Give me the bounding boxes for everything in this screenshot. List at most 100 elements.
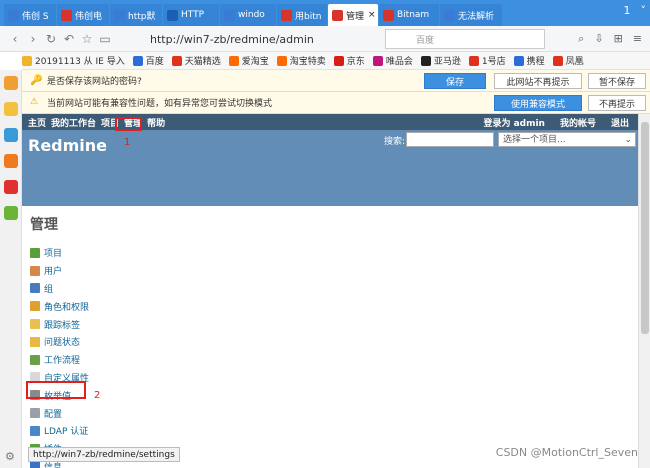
tab-count[interactable]: 1 — [624, 4, 631, 17]
admin-item-label: 角色和权限 — [44, 302, 90, 313]
undo-icon[interactable]: ↶ — [60, 32, 78, 46]
site-title[interactable]: Redmine — [28, 136, 107, 155]
favorite-link[interactable]: 携程 — [513, 54, 545, 67]
tab-favicon-icon — [167, 9, 178, 21]
favorite-icon — [132, 55, 143, 66]
admin-item-icon — [30, 408, 40, 419]
forward-icon[interactable]: › — [24, 32, 42, 46]
admin-item-label: 工作流程 — [44, 356, 81, 367]
tab-label: 无法解析 — [458, 11, 495, 22]
game-icon[interactable] — [4, 206, 18, 220]
window-controls: 1 ˅ — [624, 4, 647, 17]
admin-menu-item[interactable]: 自定义属性 — [30, 369, 630, 387]
admin-menu-item[interactable]: 配置 — [30, 404, 630, 422]
save-password-button[interactable]: 保存 — [424, 73, 486, 89]
not-now-button[interactable]: 暂不保存 — [588, 73, 646, 89]
rss-icon[interactable] — [4, 154, 18, 168]
gear-icon[interactable]: ⚙ — [5, 450, 15, 463]
favorites-icon[interactable] — [4, 76, 18, 90]
favorite-link[interactable]: 凤凰 — [552, 54, 584, 67]
compat-message: 当前网站可能有兼容性问题，如有异常您可尝试切换模式 — [47, 99, 273, 109]
tab-label: 伟创 S — [22, 11, 49, 22]
tab-label: windo — [238, 10, 265, 20]
browser-tab[interactable]: HTTP — [163, 4, 219, 26]
admin-menu-item[interactable]: 问题状态 — [30, 333, 630, 351]
browser-tab[interactable]: 伟创电 — [57, 4, 109, 26]
browser-tab[interactable]: 伟创 S — [4, 4, 56, 26]
browser-tab[interactable]: http默 — [110, 4, 162, 26]
tab-favicon-icon — [444, 9, 455, 21]
project-jump-select[interactable]: 选择一个项目... ⌄ — [498, 132, 636, 147]
favorite-link[interactable]: 唯品会 — [372, 54, 413, 67]
page-icon[interactable]: ▭ — [96, 32, 114, 46]
never-for-site-button[interactable]: 此网站不再提示 — [494, 73, 582, 89]
favorite-link[interactable]: 百度 — [132, 54, 164, 67]
favorite-icon — [22, 55, 32, 66]
menu-home[interactable]: 主页 — [28, 116, 46, 129]
extensions-icon[interactable]: ⊞ — [614, 32, 623, 46]
admin-item-label: 配置 — [44, 409, 63, 420]
browser-tab[interactable]: 用bitn — [277, 4, 327, 26]
menu-help[interactable]: 帮助 — [147, 116, 165, 129]
browser-sidebar — [0, 70, 22, 468]
page-scrollbar[interactable] — [638, 114, 650, 468]
favorite-link[interactable]: 1号店 — [468, 54, 506, 67]
admin-menu-item[interactable]: 角色和权限 — [30, 297, 630, 315]
search-input[interactable]: 百度 — [385, 29, 545, 49]
admin-menu-item[interactable]: 跟踪标签 — [30, 315, 630, 333]
favorite-label: 百度 — [145, 57, 164, 67]
tab-favicon-icon — [383, 9, 394, 21]
admin-menu-item[interactable]: LDAP 认证 — [30, 422, 630, 440]
favorite-label: 亚马逊 — [433, 57, 461, 67]
compat-mode-button[interactable]: 使用兼容模式 — [494, 95, 582, 111]
download-icon[interactable]: ⇩ — [594, 32, 603, 46]
back-icon[interactable]: ‹ — [6, 32, 24, 46]
admin-item-icon — [30, 301, 40, 312]
browser-tab[interactable]: windo — [220, 4, 276, 26]
notes-icon[interactable] — [4, 102, 18, 116]
browser-tab[interactable]: 无法解析 — [440, 4, 502, 26]
admin-menu-item[interactable]: 用户 — [30, 262, 630, 280]
logout-link[interactable]: 退出 — [611, 116, 629, 129]
menu-my-page[interactable]: 我的工作台 — [51, 116, 96, 129]
admin-menu-item[interactable]: 项目 — [30, 244, 630, 262]
favorite-icon — [171, 55, 182, 66]
warning-icon: ⚠ — [30, 97, 39, 107]
favorite-link[interactable]: 京东 — [333, 54, 365, 67]
tab-favicon-icon — [224, 9, 235, 21]
favorite-link[interactable]: 亚马逊 — [420, 54, 461, 67]
browser-tab[interactable]: 管理 × — [328, 4, 378, 26]
admin-menu-item[interactable]: 组 — [30, 280, 630, 298]
favorite-icon — [513, 55, 524, 66]
favorite-link[interactable]: 天猫精选 — [171, 54, 221, 67]
menu-icon[interactable]: ≡ — [633, 32, 642, 46]
tab-favicon-icon — [114, 9, 125, 21]
my-account-link[interactable]: 我的帐号 — [560, 116, 596, 129]
weibo-icon[interactable] — [4, 180, 18, 194]
annotation-label-1: 1 — [124, 137, 131, 148]
favorite-link[interactable]: 淘宝特卖 — [276, 54, 326, 67]
favorite-label: 淘宝特卖 — [289, 57, 326, 67]
reload-icon[interactable]: ↻ — [42, 32, 60, 46]
quick-search-input[interactable] — [406, 132, 494, 147]
project-select-value: 选择一个项目... — [503, 135, 566, 145]
admin-menu-item[interactable]: 工作流程 — [30, 351, 630, 369]
scrollbar-thumb[interactable] — [641, 122, 649, 334]
url-field[interactable]: http://win7-zb/redmine/admin — [150, 29, 410, 49]
status-url: http://win7-zb/redmine/settings — [28, 447, 180, 462]
mail-icon[interactable] — [4, 128, 18, 142]
admin-item-label: 跟踪标签 — [44, 320, 81, 331]
password-bar: 🔑 是否保存该网站的密码? 保存 此网站不再提示 暂不保存 — [22, 70, 650, 92]
browser-tab[interactable]: Bitnam — [379, 4, 439, 26]
admin-menu-item[interactable]: 枚举值 — [30, 386, 630, 404]
tab-favicon-icon — [8, 9, 19, 21]
close-icon[interactable]: × — [368, 10, 376, 20]
admin-item-icon — [30, 265, 40, 276]
search-icon[interactable]: ⌕ — [578, 32, 584, 46]
dismiss-compat-button[interactable]: 不再提示 — [588, 95, 646, 111]
chevron-down-icon[interactable]: ˅ — [641, 4, 647, 17]
annotation-label-2: 2 — [94, 390, 101, 401]
star-icon[interactable]: ☆ — [78, 32, 96, 46]
favorite-link[interactable]: 爱淘宝 — [228, 54, 269, 67]
favorite-link[interactable]: 20191113 从 IE 导入 — [22, 54, 125, 67]
